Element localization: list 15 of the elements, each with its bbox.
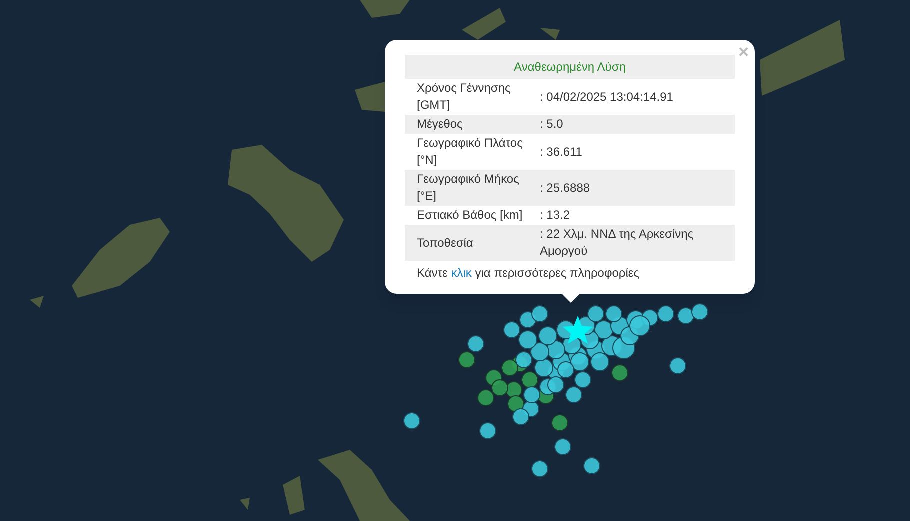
field-label: Εστιακό Βάθος [km] — [416, 207, 524, 224]
field-value: : 25.6888 — [540, 180, 592, 196]
field-value: : 13.2 — [540, 207, 572, 224]
field-label: Γεωγραφικό Μήκος [°E] — [416, 171, 520, 205]
field-label: Χρόνος Γέννησης [GMT] — [416, 80, 512, 114]
field-value: : 5.0 — [540, 116, 564, 133]
field-value: : 22 Χλμ. ΝΝΔ της Αρκεσίνης Αμοργού — [540, 226, 695, 260]
field-value: : 36.611 — [540, 144, 584, 160]
info-sentence: Κάντε κλικ για περισσότερες πληροφορίες — [416, 265, 641, 282]
field-label: Μέγεθος — [416, 116, 464, 133]
field-label: Γεωγραφικό Πλάτος [°N] — [416, 135, 524, 169]
popup-title: Αναθεωρημένη Λύση — [405, 55, 735, 79]
field-value: : 04/02/2025 13:04:14.91 — [540, 88, 674, 106]
click-link[interactable]: κλικ — [451, 266, 472, 280]
field-label: Τοποθεσία — [416, 234, 474, 252]
